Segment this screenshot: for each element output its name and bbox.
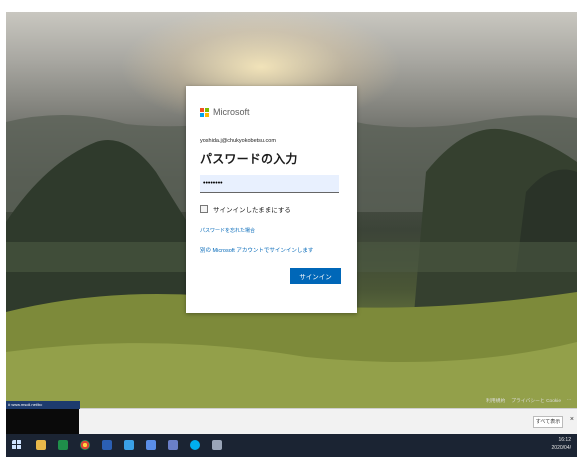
excel-icon[interactable] — [58, 440, 68, 450]
taskbar: 16:12 2020/04/ — [6, 434, 577, 457]
terms-link[interactable]: 利用規約 — [486, 397, 505, 404]
show-all-button[interactable]: すべて表示 — [533, 416, 563, 428]
privacy-link[interactable]: プライバシーと Cookie — [511, 397, 561, 404]
forgot-password-link[interactable]: パスワードを忘れた場合 — [200, 227, 255, 234]
keep-signed-in-row[interactable]: サインインしたままにする — [200, 204, 291, 214]
system-clock[interactable]: 16:12 2020/04/ — [552, 436, 571, 452]
word-icon[interactable] — [102, 440, 112, 450]
download-item[interactable] — [6, 409, 79, 435]
signin-button[interactable]: サインイン — [290, 268, 341, 284]
app-icon-2[interactable] — [146, 440, 156, 450]
password-input[interactable] — [200, 175, 339, 193]
windows-start-icon[interactable] — [12, 440, 22, 450]
file-explorer-icon[interactable] — [36, 440, 46, 450]
download-item-title[interactable]: # www.msoli.net/bc — [6, 401, 80, 409]
brand-name: Microsoft — [213, 107, 250, 117]
more-link[interactable]: ... — [567, 397, 571, 404]
app-icon[interactable] — [124, 440, 134, 450]
keep-signed-in-label: サインインしたままにする — [213, 207, 291, 214]
microsoft-logo-icon — [200, 108, 209, 117]
paint-icon[interactable] — [212, 440, 222, 450]
account-email: yoshida.j@chukyokobetsu.com — [200, 138, 276, 144]
other-account-link[interactable]: 別の Microsoft アカウントでサインインします — [200, 246, 313, 254]
chrome-icon[interactable] — [80, 440, 90, 450]
keep-signed-in-checkbox[interactable] — [200, 205, 208, 213]
download-bar: # www.msoli.net/bc すべて表示 × — [6, 401, 577, 435]
footer-links: 利用規約 プライバシーと Cookie ... — [486, 397, 571, 404]
screen: Microsoft yoshida.j@chukyokobetsu.com パス… — [6, 12, 577, 457]
skype-icon[interactable] — [190, 440, 200, 450]
app-icon-3[interactable] — [168, 440, 178, 450]
close-download-bar-icon[interactable]: × — [570, 416, 574, 423]
clock-time: 16:12 — [558, 437, 571, 443]
clock-date: 2020/04/ — [551, 445, 571, 451]
page-title: パスワードの入力 — [200, 152, 298, 166]
signin-dialog: Microsoft yoshida.j@chukyokobetsu.com パス… — [186, 86, 357, 313]
